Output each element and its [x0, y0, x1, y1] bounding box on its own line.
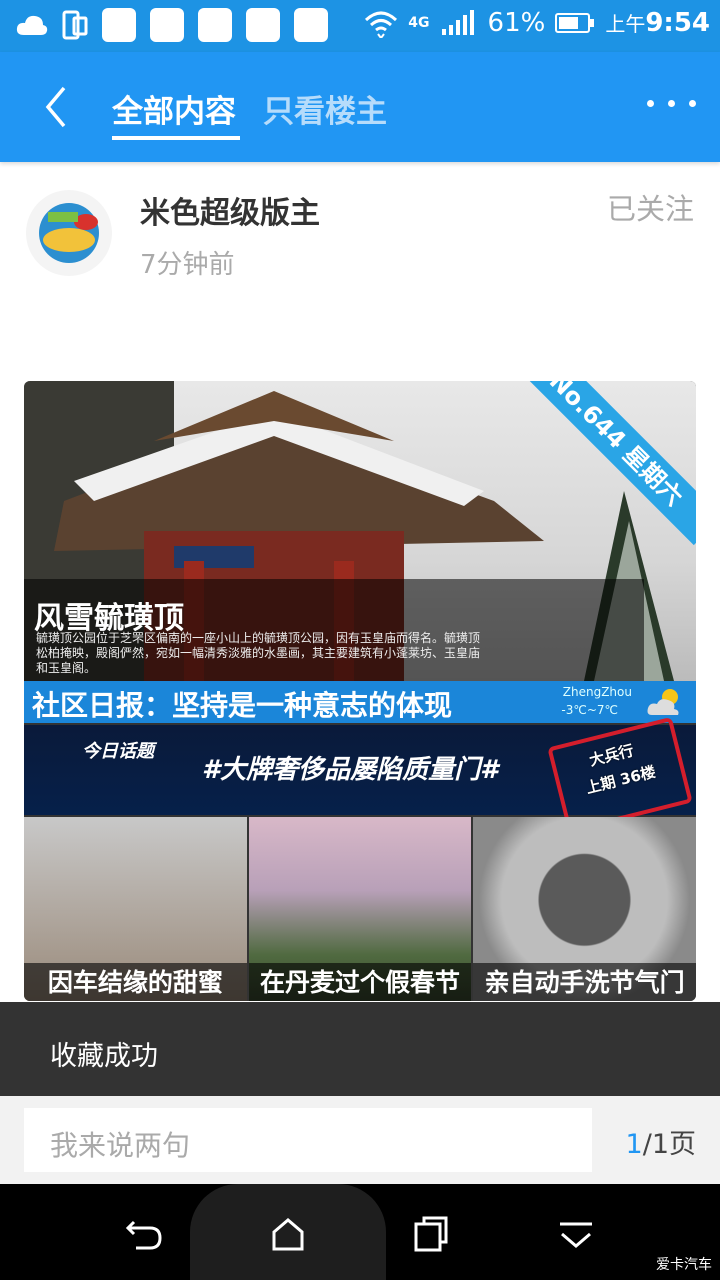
notification-icons	[16, 8, 328, 42]
cloud-icon	[16, 15, 48, 35]
weather-city: ZhengZhou	[562, 685, 632, 699]
post-time: 7分钟前	[140, 250, 235, 280]
comment-placeholder: 我来说两句	[50, 1129, 191, 1162]
back-nav-icon[interactable]	[124, 1214, 164, 1254]
daily-report-strip: 社区日报：坚持是一种意志的体现 ZhengZhou -3℃~7℃	[24, 681, 696, 723]
post-image[interactable]: No.644 星期六 风雪毓璜顶 毓璜顶公园位于芝罘区偏南的一座小山上的毓璜顶公…	[24, 381, 696, 1001]
system-icons: 4G 61% 上午9:54	[364, 8, 710, 38]
bottom-bar: 我来说两句 1/1页	[0, 1096, 720, 1184]
page-indicator[interactable]: 1/1页	[626, 1122, 696, 1161]
avatar[interactable]	[26, 190, 112, 276]
toast-message: 收藏成功	[50, 1041, 158, 1072]
tab-owner-only[interactable]: 只看楼主	[263, 86, 387, 131]
thumbnail-card: 在丹麦过个假春节	[248, 817, 472, 1001]
back-arrow-icon[interactable]	[40, 82, 80, 132]
weather-temp: -3℃~7℃	[561, 703, 618, 717]
notification-app-icon	[198, 8, 232, 42]
banner-description: 毓璜顶公园位于芝罘区偏南的一座小山上的毓璜顶公园，因有玉皇庙而得名。毓璜顶松柏掩…	[36, 631, 481, 675]
battery-icon	[555, 13, 595, 33]
weather-cloudy-icon	[647, 689, 679, 715]
navigation-bar: 爱卡汽车	[0, 1184, 720, 1280]
recent-apps-icon[interactable]	[412, 1214, 452, 1254]
notification-app-icon	[294, 8, 328, 42]
avatar-logo-icon	[39, 203, 99, 263]
daily-report-title: 社区日报：坚持是一种意志的体现	[32, 689, 453, 722]
status-bar: 4G 61% 上午9:54	[0, 0, 720, 52]
signal-icon	[441, 10, 474, 35]
follow-status-button[interactable]: 已关注	[607, 186, 694, 228]
phone-icon	[62, 10, 88, 40]
thumbnail-card: 因车结缘的甜蜜	[24, 817, 247, 1001]
thumbnail-card: 亲自动手洗节气门	[473, 817, 696, 1001]
comment-input[interactable]: 我来说两句	[24, 1108, 592, 1172]
network-type: 4G	[408, 15, 430, 31]
thumbnail-caption: 因车结缘的甜蜜	[24, 963, 247, 1001]
stamp-badge: 大兵行 上期 36楼	[547, 716, 693, 834]
thumbnail-row: 因车结缘的甜蜜 在丹麦过个假春节 亲自动手洗节气门	[24, 817, 696, 1001]
toast: 收藏成功	[0, 1002, 720, 1096]
page-current: 1	[625, 1129, 643, 1160]
active-tab-indicator	[112, 136, 240, 140]
today-topic-strip: 今日话题 #大牌奢侈品屡陷质量门# 大兵行 上期 36楼	[24, 716, 696, 834]
banner-image: No.644 星期六 风雪毓璜顶 毓璜顶公园位于芝罘区偏南的一座小山上的毓璜顶公…	[24, 381, 696, 681]
wifi-icon	[365, 11, 398, 38]
tab-all-content[interactable]: 全部内容	[112, 86, 236, 131]
clock-time: 9:54	[645, 8, 710, 38]
more-options-icon[interactable]	[647, 100, 696, 107]
watermark: 爱卡汽车	[656, 1257, 712, 1273]
notification-app-icon	[150, 8, 184, 42]
topic-title: #大牌奢侈品屡陷质量门#	[202, 755, 499, 785]
author-name[interactable]: 米色超级版主	[140, 188, 320, 232]
clock-ampm: 上午	[605, 12, 646, 36]
top-bar: 全部内容 只看楼主	[0, 52, 720, 162]
clock: 上午9:54	[605, 8, 710, 38]
page-total: /1页	[642, 1129, 696, 1160]
notification-app-icon	[102, 8, 136, 42]
battery-percent: 61%	[487, 8, 546, 38]
topic-label: 今日话题	[82, 741, 154, 762]
home-nav-icon[interactable]	[268, 1214, 308, 1254]
thumbnail-caption: 在丹麦过个假春节	[248, 963, 472, 1001]
notification-app-icon	[246, 8, 280, 42]
hide-nav-icon[interactable]	[556, 1214, 596, 1254]
thumbnail-caption: 亲自动手洗节气门	[473, 963, 696, 1001]
